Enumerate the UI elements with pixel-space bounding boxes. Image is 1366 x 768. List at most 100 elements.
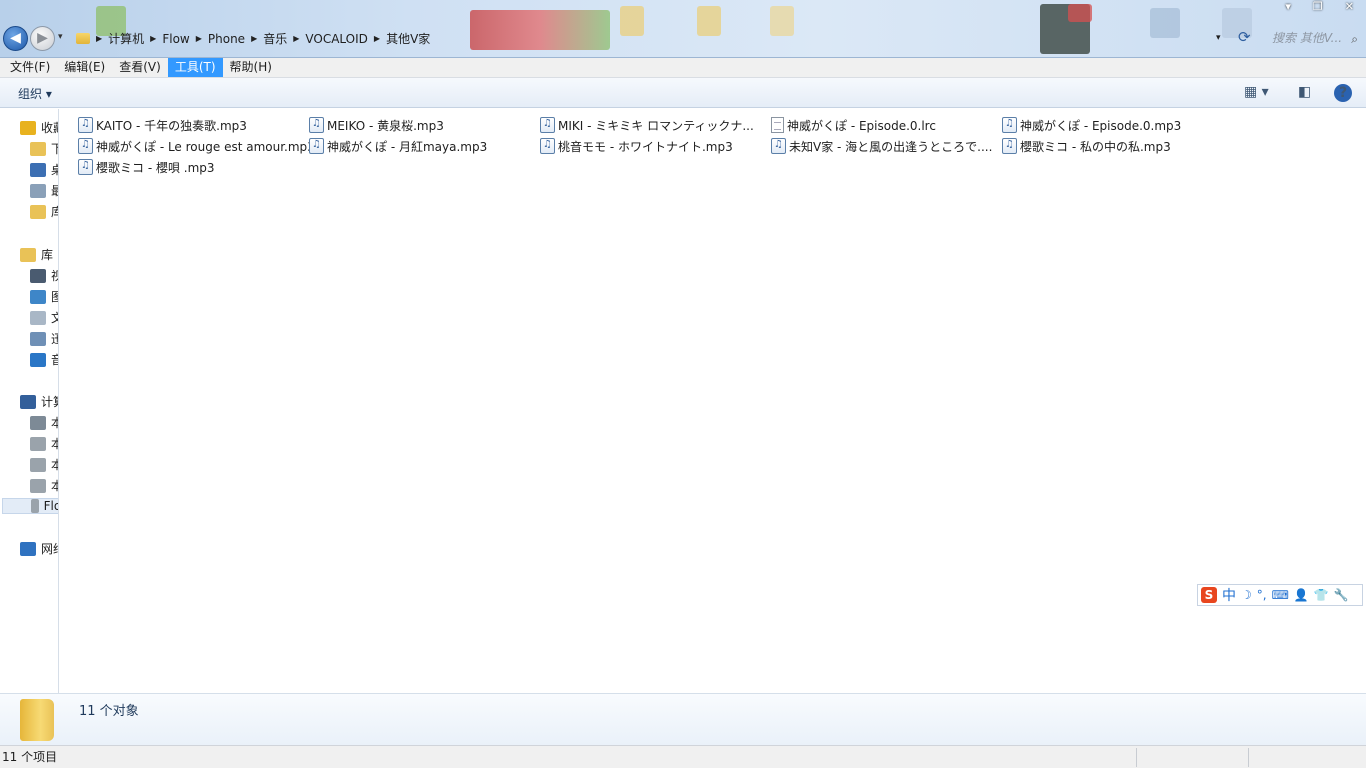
punctuation-icon[interactable]: °,: [1257, 588, 1267, 602]
file-name: 神威がくぽ - Le rouge est amour.mp3: [96, 139, 315, 154]
breadcrumb-phone[interactable]: Phone: [208, 32, 245, 46]
file-item[interactable]: 神威がくぽ - Le rouge est amour.mp3: [78, 137, 315, 155]
file-name: 櫻歌ミコ - 私の中の私.mp3: [1020, 139, 1171, 154]
audio-file-icon: [78, 138, 93, 154]
breadcrumb-separator[interactable]: ▶: [251, 34, 257, 43]
menu-edit[interactable]: 编辑(E): [57, 58, 112, 77]
file-item[interactable]: 未知V家 - 海と風の出逢うところで....: [771, 137, 992, 155]
menu-help[interactable]: 帮助(H): [223, 58, 279, 77]
file-item[interactable]: KAITO - 千年の独奏歌.mp3: [78, 116, 247, 134]
menu-view[interactable]: 查看(V): [112, 58, 168, 77]
window-title-bar: ▾ ❐ ✕ ◀ ▶ ▾ ▶ 计算机 ▶ Flow ▶ Phone ▶ 音乐 ▶ …: [0, 0, 1366, 58]
file-name: 桃音モモ - ホワイトナイト.mp3: [558, 139, 733, 154]
breadcrumb-flow[interactable]: Flow: [162, 32, 189, 46]
help-icon[interactable]: ?: [1334, 84, 1352, 102]
file-item[interactable]: 神威がくぽ - Episode.0.lrc: [771, 116, 936, 134]
nav-item-label: 网络: [41, 542, 58, 556]
breadcrumb-music[interactable]: 音乐: [263, 30, 287, 47]
audio-file-icon: [540, 138, 555, 154]
menu-tools[interactable]: 工具(T): [167, 58, 223, 77]
status-bar: 11 个项目: [0, 745, 1366, 768]
file-item[interactable]: 神威がくぽ - Episode.0.mp3: [1002, 116, 1181, 134]
navigation-pane: 收藏夹下载桌面最近访问的位置库库视频图片文档迅雷下载音乐计算机本地磁盘本地磁盘本…: [0, 109, 59, 693]
nav-item-label: 库: [51, 203, 58, 220]
night-mode-icon[interactable]: ☽: [1241, 588, 1252, 602]
nav-item[interactable]: 网络: [20, 540, 58, 557]
nav-item[interactable]: 本地磁盘: [30, 456, 58, 473]
file-item[interactable]: 神威がくぽ - 月紅maya.mp3: [309, 137, 487, 155]
removable-drive-icon: [31, 499, 39, 513]
file-item[interactable]: 桃音モモ - ホワイトナイト.mp3: [540, 137, 733, 155]
change-view-button[interactable]: ▦ ▾: [1244, 84, 1269, 100]
nav-item[interactable]: 最近访问的位置: [30, 182, 58, 199]
sogou-logo-icon[interactable]: S: [1201, 587, 1217, 603]
nav-item[interactable]: Flow: [2, 498, 58, 514]
address-dropdown-button[interactable]: ▾: [1216, 33, 1221, 43]
nav-item[interactable]: 计算机: [20, 393, 58, 410]
forward-button[interactable]: ▶: [30, 26, 55, 51]
nav-item[interactable]: 库: [20, 246, 53, 263]
picture-icon: [30, 289, 46, 304]
nav-item[interactable]: 桌面: [30, 161, 58, 178]
audio-file-icon: [309, 138, 324, 154]
breadcrumb-separator[interactable]: ▶: [150, 34, 156, 43]
address-bar[interactable]: ▶ 计算机 ▶ Flow ▶ Phone ▶ 音乐 ▶ VOCALOID ▶ 其…: [72, 29, 1212, 48]
ime-mode-toggle[interactable]: 中: [1222, 585, 1236, 605]
computer-icon: [20, 394, 36, 409]
nav-item[interactable]: 收藏夹: [20, 119, 58, 136]
user-icon[interactable]: 👤: [1294, 588, 1309, 602]
ime-toolbar: S 中 ☽ °, ⌨ 👤 👕 🔧: [1197, 584, 1363, 606]
nav-item[interactable]: 库: [30, 203, 58, 220]
drive-icon: [30, 478, 46, 493]
nav-item[interactable]: 文档: [30, 309, 58, 326]
nav-item[interactable]: 图片: [30, 288, 58, 305]
breadcrumb-separator[interactable]: ▶: [196, 34, 202, 43]
breadcrumb-separator[interactable]: ▶: [293, 34, 299, 43]
file-item[interactable]: MIKI - ミキミキ ロマンティックナ...: [540, 116, 754, 134]
menu-bar: 文件(F) 编辑(E) 查看(V) 工具(T) 帮助(H): [0, 58, 1366, 78]
close-button[interactable]: ✕: [1345, 0, 1354, 13]
recent-pages-button[interactable]: ▾: [58, 32, 63, 42]
folder-icon: [76, 33, 90, 44]
star-icon: [20, 120, 36, 135]
breadcrumb-vocaloid[interactable]: VOCALOID: [305, 32, 368, 46]
breadcrumb-separator[interactable]: ▶: [374, 34, 380, 43]
library-icon: [20, 247, 36, 262]
file-name: 神威がくぽ - Episode.0.mp3: [1020, 118, 1182, 133]
settings-wrench-icon[interactable]: 🔧: [1334, 588, 1349, 602]
network-icon: [20, 541, 36, 556]
arrow-right-icon: ▶: [37, 30, 48, 46]
nav-item[interactable]: 迅雷下载: [30, 330, 58, 347]
nav-item[interactable]: 音乐: [30, 351, 58, 368]
nav-item-label: 库: [41, 248, 54, 262]
breadcrumb-other-v[interactable]: 其他V家: [386, 30, 430, 47]
nav-item-label: 本地磁盘: [51, 435, 58, 452]
skin-icon[interactable]: 👕: [1314, 588, 1329, 602]
maximize-button[interactable]: ❐: [1313, 0, 1323, 13]
organize-button[interactable]: 组织 ▾: [18, 85, 52, 102]
search-input[interactable]: 搜索 其他V... ⌕: [1262, 28, 1362, 48]
command-bar: 组织 ▾ ▦ ▾ ◧ ?: [0, 78, 1366, 108]
nav-item[interactable]: 下载: [30, 140, 58, 157]
nav-item-label: 最近访问的位置: [51, 182, 58, 199]
preview-pane-button[interactable]: ◧: [1298, 84, 1311, 100]
folder-icon: [20, 699, 54, 741]
nav-item[interactable]: 本地磁盘: [30, 477, 58, 494]
search-icon[interactable]: ⌕: [1351, 29, 1358, 49]
audio-file-icon: [309, 117, 324, 133]
refresh-icon[interactable]: ⟳: [1238, 28, 1251, 46]
nav-item[interactable]: 视频: [30, 267, 58, 284]
file-item[interactable]: 櫻歌ミコ - 私の中の私.mp3: [1002, 137, 1171, 155]
breadcrumb-computer[interactable]: 计算机: [108, 30, 144, 47]
nav-item[interactable]: 本地磁盘: [30, 435, 58, 452]
back-button[interactable]: ◀: [3, 26, 28, 51]
minimize-button[interactable]: ▾: [1285, 0, 1291, 13]
nav-item-label: 视频: [51, 267, 58, 284]
breadcrumb-separator[interactable]: ▶: [96, 34, 102, 43]
keyboard-icon[interactable]: ⌨: [1272, 588, 1289, 602]
file-item[interactable]: MEIKO - 黄泉桜.mp3: [309, 116, 444, 134]
details-pane: 11 个对象: [0, 693, 1366, 745]
file-item[interactable]: 櫻歌ミコ - 櫻唄 .mp3: [78, 158, 215, 176]
nav-item[interactable]: 本地磁盘: [30, 414, 58, 431]
menu-file[interactable]: 文件(F): [3, 58, 57, 77]
